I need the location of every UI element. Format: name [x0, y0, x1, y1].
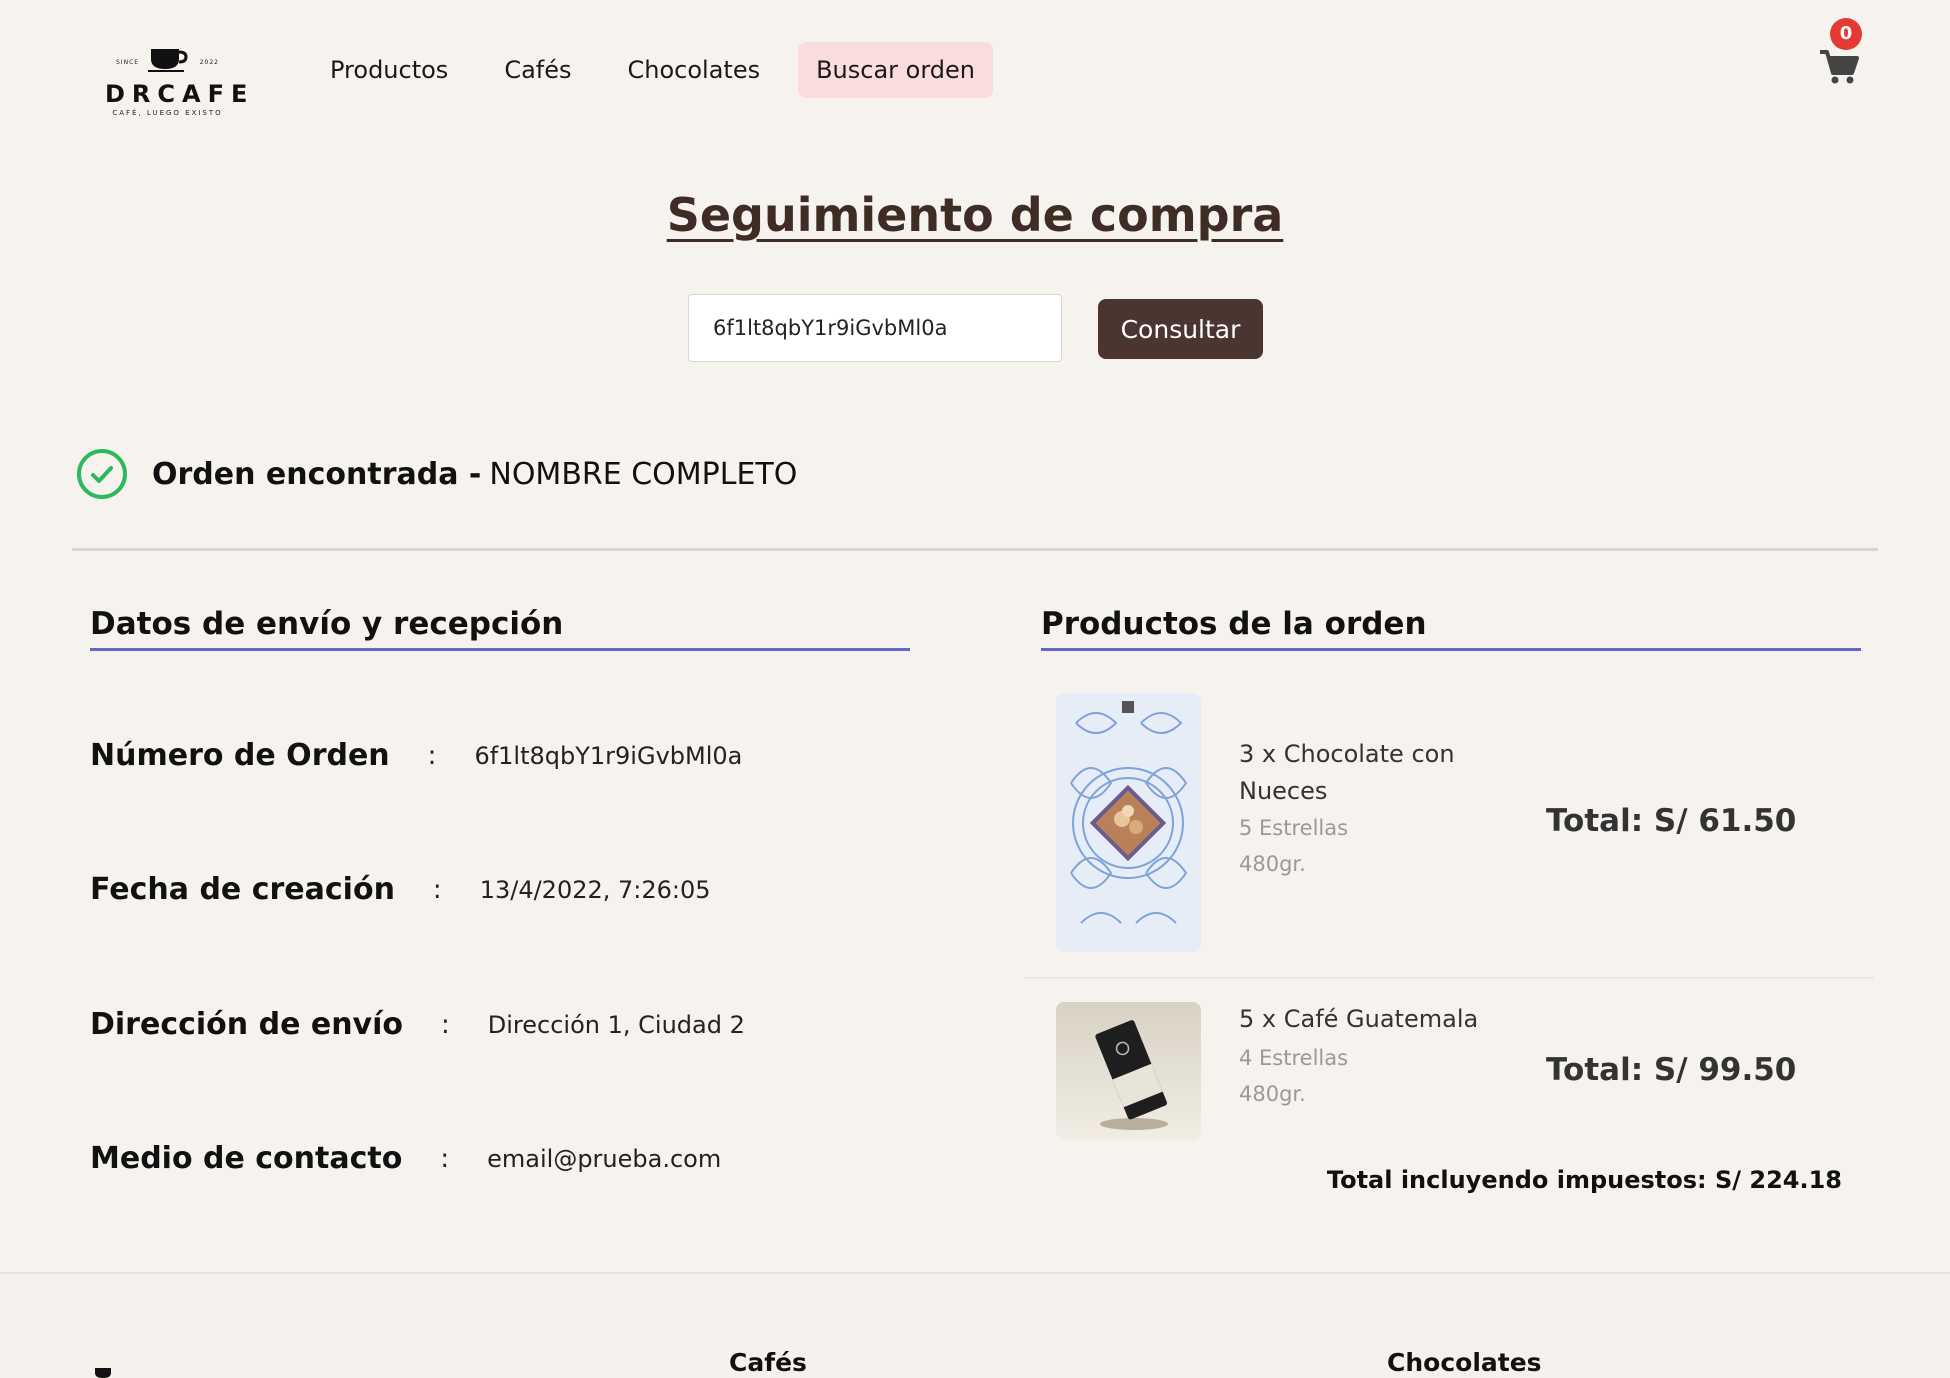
order-found-status: Orden encontrada - NOMBRE COMPLETO — [76, 448, 797, 500]
nav-buscar-orden[interactable]: Buscar orden — [798, 42, 994, 98]
products-section-title: Productos de la orden — [1041, 606, 1861, 651]
order-number-row: Número de Orden : 6f1lt8qbY1r9iGvbMl0a — [90, 738, 742, 773]
footer-logo[interactable] — [70, 1356, 140, 1378]
shipping-address-row: Dirección de envío : Dirección 1, Ciudad… — [90, 1007, 745, 1042]
contact-label: Medio de contacto — [90, 1141, 403, 1176]
page-title: Seguimiento de compra — [666, 188, 1284, 242]
colon: : — [427, 740, 437, 771]
chocolate-package-illustration — [1056, 693, 1201, 952]
product-weight: 480gr. — [1239, 852, 1306, 876]
shipping-section-title: Datos de envío y recepción — [90, 606, 910, 651]
order-number-label: Número de Orden — [90, 738, 390, 773]
coffee-bag-illustration — [1056, 1002, 1201, 1140]
product-weight: 480gr. — [1239, 1082, 1306, 1106]
coffee-bag-image[interactable] — [1056, 1002, 1201, 1140]
check-circle-icon — [77, 449, 127, 499]
product-total: Total: S/ 61.50 — [1546, 803, 1797, 839]
contact-row: Medio de contacto : email@prueba.com — [90, 1141, 721, 1176]
logo-tagline: CAFÉ, LUEGO EXISTO — [112, 109, 223, 117]
colon: : — [441, 1009, 450, 1040]
section-divider — [72, 548, 1878, 551]
product-separator — [1024, 977, 1874, 979]
nav-productos[interactable]: Productos — [312, 42, 466, 98]
order-search-input[interactable] — [688, 294, 1062, 362]
product-name: 5 x Café Guatemala — [1239, 1005, 1479, 1033]
coffee-cup-icon — [148, 49, 188, 72]
creation-date-value: 13/4/2022, 7:26:05 — [479, 875, 711, 904]
order-number-value: 6f1lt8qbY1r9iGvbMl0a — [474, 741, 743, 770]
shopping-cart-icon[interactable] — [1818, 48, 1860, 86]
main-nav: Productos Cafés Chocolates Buscar orden — [312, 42, 994, 98]
product-name: 3 x Chocolate con Nueces — [1239, 740, 1455, 805]
order-found-label: Orden encontrada - — [152, 456, 482, 492]
product-total: Total: S/ 99.50 — [1546, 1052, 1797, 1088]
drcafe-logo[interactable]: SINCE 2022 DRCAFE CAFÉ, LUEGO EXISTO — [100, 45, 255, 120]
product-rating: 5 Estrellas — [1239, 816, 1349, 840]
shipping-address-label: Dirección de envío — [90, 1007, 404, 1042]
footer-chocolates-heading[interactable]: Chocolates — [1387, 1348, 1542, 1377]
logo-since-text: SINCE — [116, 59, 140, 66]
contact-value: email@prueba.com — [487, 1144, 722, 1173]
grand-total: Total incluyendo impuestos: S/ 224.18 — [1326, 1166, 1842, 1194]
site-header: SINCE 2022 DRCAFE CAFÉ, LUEGO EXISTO Pro… — [0, 0, 1950, 145]
logo-brand-text: DRCAFE — [105, 80, 255, 108]
nav-cafes[interactable]: Cafés — [486, 42, 589, 98]
product-rating: 4 Estrellas — [1239, 1046, 1349, 1070]
colon: : — [432, 874, 442, 905]
customer-name: NOMBRE COMPLETO — [489, 456, 798, 492]
colon: : — [440, 1143, 450, 1174]
cart-count-badge: 0 — [1830, 18, 1862, 50]
creation-date-label: Fecha de creación — [90, 872, 395, 907]
site-footer: Cafés Chocolates — [0, 1272, 1950, 1378]
chocolate-package-image[interactable] — [1056, 693, 1201, 952]
footer-cafes-heading[interactable]: Cafés — [729, 1348, 807, 1377]
shipping-address-value: Dirección 1, Ciudad 2 — [487, 1010, 745, 1039]
logo-year-text: 2022 — [199, 59, 219, 66]
consultar-button[interactable]: Consultar — [1098, 299, 1263, 359]
creation-date-row: Fecha de creación : 13/4/2022, 7:26:05 — [90, 872, 711, 907]
nav-chocolates[interactable]: Chocolates — [610, 42, 779, 98]
